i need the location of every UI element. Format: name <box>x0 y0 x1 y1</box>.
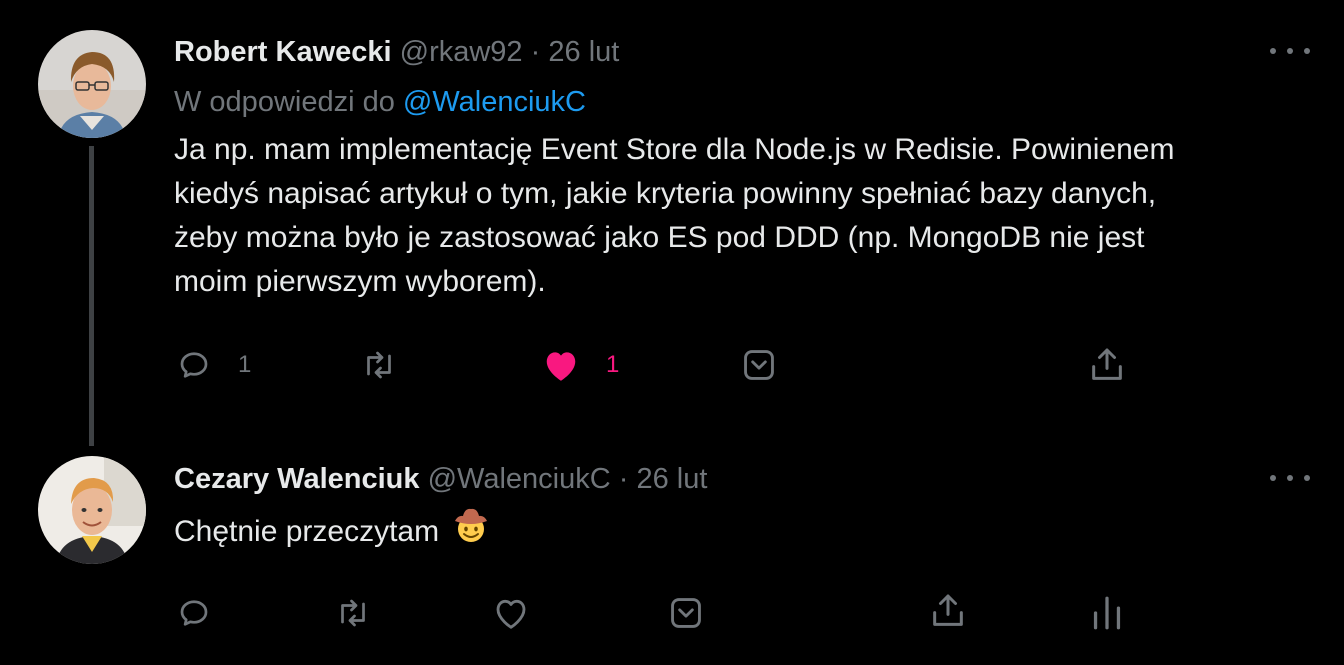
tweet-text: Chętnie przeczytam <box>174 505 491 558</box>
like-button[interactable]: 1 <box>542 343 619 387</box>
tweet-thread: Robert Kawecki @rkaw92 · 26 lut W odpowi… <box>0 0 1344 665</box>
tweet-text-line: kiedyś napisać artykuł o tym, jakie kryt… <box>174 177 1157 210</box>
retweet-button[interactable] <box>359 343 399 387</box>
tweet-text-line: żeby można było je zastosować jako ES po… <box>174 221 1145 254</box>
dot-separator: · <box>618 463 629 495</box>
reply-button[interactable]: 1 <box>176 343 251 387</box>
like-count: 1 <box>606 351 620 378</box>
save-button[interactable] <box>667 591 705 635</box>
tweet-text-line: Chętnie przeczytam <box>174 514 440 548</box>
tweet-text-line: Ja np. mam implementację Event Store dla… <box>174 133 1175 166</box>
tweet-header: Robert Kawecki @rkaw92 · 26 lut <box>174 34 619 70</box>
retweet-icon <box>359 347 399 383</box>
reply-icon <box>176 595 212 631</box>
share-icon <box>1087 345 1127 385</box>
analytics-icon <box>1089 593 1125 633</box>
tweet-text-line: moim pierwszym wyborem). <box>174 265 546 298</box>
save-icon <box>740 347 778 383</box>
like-icon <box>492 595 530 631</box>
like-icon-filled <box>542 347 580 383</box>
share-button[interactable] <box>1087 343 1127 387</box>
analytics-button[interactable] <box>1089 591 1125 635</box>
reply-prefix: W odpowiedzi do <box>174 86 395 118</box>
tweet-text: Ja np. mam implementację Event Store dla… <box>174 128 1174 304</box>
tweet-header: Cezary Walenciuk @WalenciukC · 26 lut <box>174 461 707 497</box>
like-button[interactable] <box>492 591 530 635</box>
tweet-date[interactable]: 26 lut <box>636 463 707 495</box>
more-options-icon[interactable] <box>1270 468 1310 488</box>
reply-count: 1 <box>238 351 252 378</box>
tweet-date[interactable]: 26 lut <box>548 36 619 68</box>
share-icon <box>928 591 968 631</box>
reply-icon <box>176 347 212 383</box>
retweet-icon <box>333 595 373 631</box>
reply-button[interactable] <box>176 591 212 635</box>
author-name[interactable]: Robert Kawecki <box>174 36 392 68</box>
save-icon <box>667 595 705 631</box>
author-handle[interactable]: @WalenciukC <box>428 463 611 495</box>
thread-connector-line <box>89 146 94 446</box>
cowboy-emoji-icon <box>451 505 491 558</box>
dot-separator: · <box>530 36 541 68</box>
reply-context: W odpowiedzi do @WalenciukC <box>174 84 586 120</box>
avatar-robert[interactable] <box>38 30 146 138</box>
save-button[interactable] <box>740 343 778 387</box>
more-options-icon[interactable] <box>1270 41 1310 61</box>
share-button[interactable] <box>928 589 968 633</box>
author-handle[interactable]: @rkaw92 <box>400 36 523 68</box>
retweet-button[interactable] <box>333 591 373 635</box>
reply-mention-link[interactable]: @WalenciukC <box>403 86 586 118</box>
avatar-cezary[interactable] <box>38 456 146 564</box>
author-name[interactable]: Cezary Walenciuk <box>174 463 420 495</box>
